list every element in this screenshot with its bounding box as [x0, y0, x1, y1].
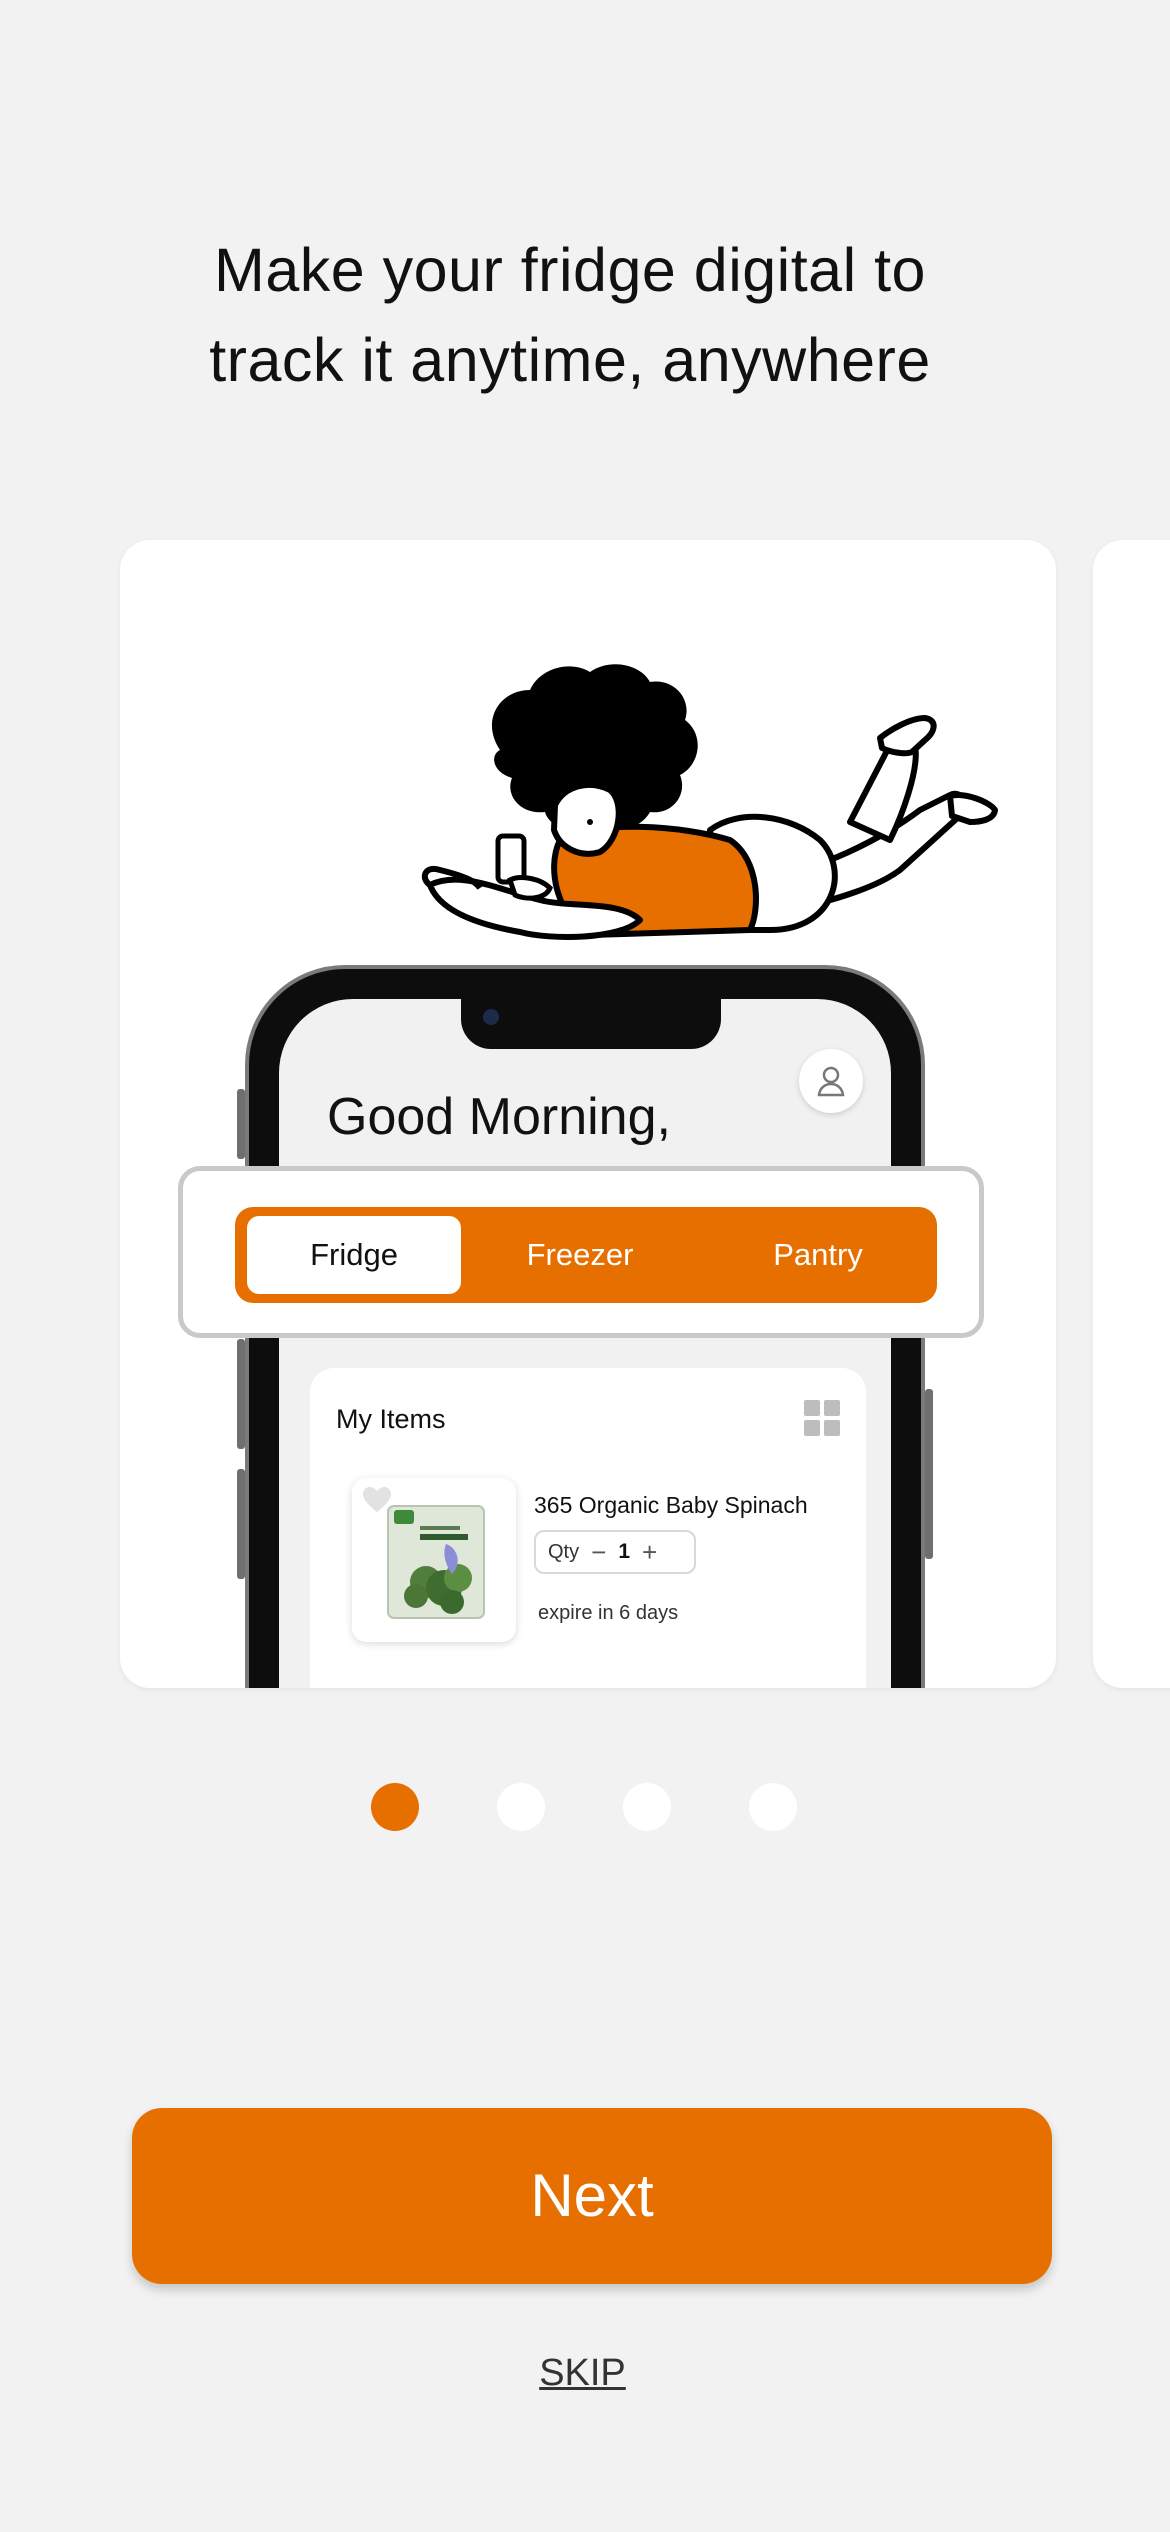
onboarding-headline: Make your fridge digital to track it any… [0, 225, 1140, 405]
user-icon [817, 1066, 845, 1097]
next-slide-card-peek[interactable] [1093, 540, 1170, 1688]
qty-value: 1 [618, 1540, 630, 1563]
tab-freezer[interactable]: Freezer [461, 1216, 699, 1294]
camera-icon [483, 1009, 499, 1025]
phone-volume-down-button [237, 1469, 245, 1579]
spinach-package-image [387, 1505, 485, 1619]
headline-line-1: Make your fridge digital to [214, 236, 926, 304]
next-button[interactable]: Next [132, 2108, 1052, 2284]
page-dot-4[interactable] [749, 1783, 797, 1831]
phone-side-button [237, 1089, 245, 1159]
storage-tabs-frame: Fridge Freezer Pantry [178, 1166, 984, 1338]
greeting-text: Good Morning, [327, 1088, 671, 1146]
my-items-card: My Items 365 Organic Baby Spinach Qty − … [310, 1368, 866, 1688]
grid-view-icon[interactable] [804, 1400, 840, 1436]
expiry-text: expire in 6 days [538, 1602, 679, 1624]
tab-pantry[interactable]: Pantry [699, 1216, 937, 1294]
qty-label: Qty [548, 1540, 580, 1563]
person-illustration [421, 664, 998, 940]
phone-volume-up-button [237, 1339, 245, 1449]
phone-power-button [925, 1389, 933, 1559]
phone-notch [461, 999, 721, 1049]
page-dot-3[interactable] [623, 1783, 671, 1831]
skip-link[interactable]: SKIP [0, 2352, 1165, 2395]
page-dot-1[interactable] [371, 1783, 419, 1831]
plus-icon[interactable]: + [642, 1539, 657, 1565]
onboarding-slide-card[interactable]: Good Morning, Fridge Freezer Pantry My I… [120, 540, 1056, 1688]
quantity-stepper[interactable]: Qty − 1 + [534, 1530, 696, 1574]
tab-fridge[interactable]: Fridge [247, 1216, 461, 1294]
page-indicator [0, 1783, 1170, 1833]
headline-line-2: track it anytime, anywhere [209, 326, 931, 394]
product-thumbnail[interactable] [352, 1478, 516, 1642]
product-name: 365 Organic Baby Spinach [534, 1492, 808, 1518]
page-dot-2[interactable] [497, 1783, 545, 1831]
storage-tabs: Fridge Freezer Pantry [235, 1207, 937, 1303]
minus-icon[interactable]: − [591, 1539, 606, 1565]
my-items-title: My Items [336, 1404, 446, 1434]
profile-button[interactable] [799, 1049, 863, 1113]
